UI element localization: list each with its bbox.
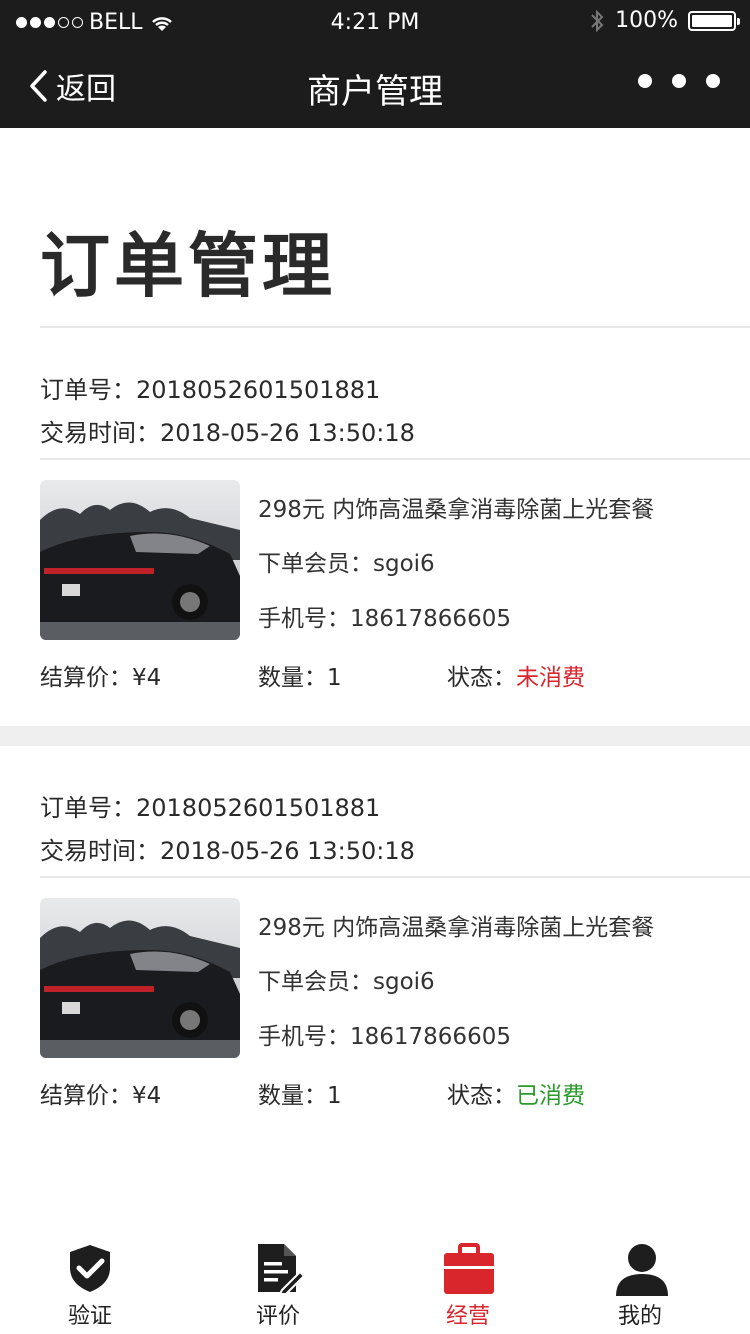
order-divider [40, 876, 750, 878]
status-right: 100% [589, 8, 740, 33]
more-dot [672, 74, 686, 88]
order-number: 订单号：2018052601501881 [40, 794, 381, 822]
battery-icon [688, 10, 740, 31]
car-image [40, 480, 240, 640]
tab-label: 验证 [67, 1304, 112, 1329]
phone-number: 手机号：18617866605 [258, 1024, 511, 1050]
product-thumbnail [40, 898, 240, 1058]
trade-time: 交易时间：2018-05-26 13:50:18 [40, 837, 415, 865]
battery-percent: 100% [615, 8, 678, 33]
shield-check-icon [70, 1245, 110, 1292]
status-label: 状态： [447, 665, 516, 691]
member-name: 下单会员：sgoi6 [258, 969, 435, 995]
section-separator [0, 726, 750, 746]
more-dot [638, 74, 652, 88]
package-name: 298元 内饰高温桑拿消毒除菌上光套餐 [258, 915, 655, 941]
document-edit-icon [258, 1244, 304, 1294]
more-dot [706, 74, 720, 88]
settle-price: 结算价：¥4 [40, 665, 162, 691]
more-button[interactable] [638, 74, 720, 88]
tab-label: 我的 [617, 1304, 662, 1329]
trade-time: 交易时间：2018-05-26 13:50:18 [40, 419, 415, 447]
status-value: 已消费 [516, 1083, 585, 1109]
status-bar: BELL 4:21 PM 100% [0, 0, 750, 46]
status-label: 状态： [447, 1083, 516, 1109]
order-status: 状态：已消费 [447, 1076, 585, 1110]
phone-number: 手机号：18617866605 [258, 606, 511, 632]
quantity: 数量：1 [258, 665, 342, 691]
order-number: 订单号：2018052601501881 [40, 376, 381, 404]
tab-label: 经营 [445, 1304, 490, 1329]
bluetooth-icon [591, 9, 604, 32]
member-name: 下单会员：sgoi6 [258, 551, 435, 577]
tab-label: 评价 [255, 1304, 300, 1329]
nav-bar: 返回 商户管理 [0, 46, 750, 128]
page-title: 订单管理 [40, 225, 336, 307]
order-divider [40, 458, 750, 460]
order-card[interactable]: 订单号：2018052601501881 交易时间：2018-05-26 13:… [0, 746, 750, 1146]
tab-review[interactable]: 评价 [218, 1236, 338, 1334]
tab-bar: 验证 评价 经营 我的 [0, 1236, 750, 1334]
order-status: 状态：未消费 [447, 658, 585, 692]
tab-profile[interactable]: 我的 [580, 1236, 700, 1334]
nav-title: 商户管理 [307, 72, 443, 112]
quantity: 数量：1 [258, 1083, 342, 1109]
briefcase-icon [444, 1243, 494, 1294]
car-image [40, 898, 240, 1058]
tab-business[interactable]: 经营 [408, 1236, 528, 1334]
order-card[interactable]: 订单号：2018052601501881 交易时间：2018-05-26 13:… [0, 328, 750, 726]
user-icon [616, 1244, 668, 1296]
product-thumbnail [40, 480, 240, 640]
package-name: 298元 内饰高温桑拿消毒除菌上光套餐 [258, 497, 655, 523]
status-value: 未消费 [516, 665, 585, 691]
top-bar: BELL 4:21 PM 100% 返回 商户管理 [0, 0, 750, 128]
tab-verify[interactable]: 验证 [30, 1236, 150, 1334]
settle-price: 结算价：¥4 [40, 1083, 162, 1109]
